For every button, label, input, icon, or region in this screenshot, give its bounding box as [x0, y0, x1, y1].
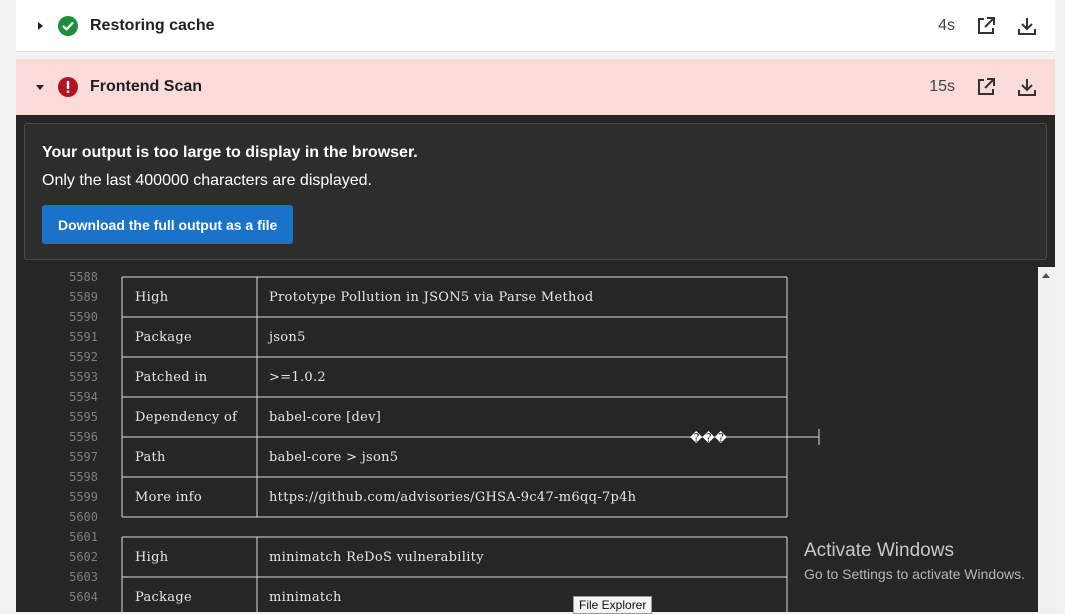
table-value-cell: >=1.0.2	[269, 370, 326, 385]
table-key-cell: Dependency of	[135, 410, 238, 425]
step-frontend-scan[interactable]: Frontend Scan 15s	[16, 59, 1055, 115]
line-number[interactable]: 5604	[16, 590, 98, 604]
taskbar-tooltip: File Explorer	[573, 596, 653, 614]
line-number[interactable]: 5590	[16, 310, 98, 324]
log-line: 5592	[16, 347, 1038, 367]
log-line: 5597 Path babel-core > json5	[16, 447, 1038, 467]
error-circle-icon	[58, 77, 78, 97]
download-icon[interactable]	[1016, 15, 1038, 37]
log-line: 5591 Package json5	[16, 327, 1038, 347]
log-line: 5595 Dependency of babel-core [dev]	[16, 407, 1038, 427]
line-number[interactable]: 5588	[16, 270, 98, 284]
external-link-icon[interactable]	[975, 15, 997, 37]
line-number[interactable]: 5591	[16, 330, 98, 344]
log-line: 5588	[16, 267, 1038, 287]
log-line: 5598	[16, 467, 1038, 487]
notice-detail: Only the last 400000 characters are disp…	[42, 172, 372, 189]
line-number[interactable]: 5589	[16, 290, 98, 304]
table-value-cell: Prototype Pollution in JSON5 via Parse M…	[269, 290, 594, 305]
line-number[interactable]: 5596	[16, 430, 98, 444]
log-line: 5604 Package minimatch	[16, 587, 1038, 607]
line-number[interactable]: 5603	[16, 570, 98, 584]
download-full-output-button[interactable]: Download the full output as a file	[42, 205, 294, 244]
log-line: 5594	[16, 387, 1038, 407]
step-restoring-cache[interactable]: Restoring cache 4s	[16, 0, 1055, 52]
line-number[interactable]: 5593	[16, 370, 98, 384]
line-number[interactable]: 5594	[16, 390, 98, 404]
step-title: Frontend Scan	[90, 78, 203, 95]
step-duration: 4s	[938, 16, 955, 34]
output-too-large-notice: Your output is too large to display in t…	[24, 123, 1047, 260]
table-value-cell: json5	[269, 330, 306, 345]
line-number[interactable]: 5599	[16, 490, 98, 504]
table-key-cell: Package	[135, 330, 192, 345]
caret-down-icon[interactable]	[32, 79, 48, 95]
external-link-icon[interactable]	[975, 76, 997, 98]
scroll-up-arrow-icon[interactable]	[1042, 273, 1050, 278]
line-number[interactable]: 5595	[16, 410, 98, 424]
line-number[interactable]: 5600	[16, 510, 98, 524]
line-number[interactable]: 5601	[16, 530, 98, 544]
log-line: 5593 Patched in >=1.0.2	[16, 367, 1038, 387]
line-number[interactable]: 5602	[16, 550, 98, 564]
step-duration: 15s	[929, 78, 955, 95]
step-title: Restoring cache	[90, 16, 215, 34]
windows-activation-watermark: Activate Windows Go to Settings to activ…	[804, 540, 1025, 582]
notice-title: Your output is too large to display in t…	[42, 144, 418, 161]
activate-title: Activate Windows	[804, 540, 954, 561]
check-circle-icon	[58, 15, 78, 36]
table-key-cell: Patched in	[135, 370, 208, 385]
step-output-console: Your output is too large to display in t…	[16, 115, 1055, 612]
line-number[interactable]: 5598	[16, 470, 98, 484]
log-line: 5589 High Prototype Pollution in JSON5 via…	[16, 287, 1038, 307]
table-key-cell: More info	[135, 490, 203, 505]
table-value-cell: babel-core > json5	[269, 450, 399, 465]
garbled-text: ���	[690, 431, 727, 445]
table-key-cell: Package	[135, 590, 192, 605]
table-key-cell: High	[135, 290, 169, 305]
line-number[interactable]: 5592	[16, 350, 98, 364]
log-line: 5596	[16, 427, 1038, 447]
caret-right-icon[interactable]	[32, 18, 48, 34]
table-key-cell: High	[135, 550, 169, 565]
log-line: 5590	[16, 307, 1038, 327]
log-line: 5599 More info https://github.com/advisori…	[16, 487, 1038, 507]
download-icon[interactable]	[1016, 76, 1038, 98]
log-line: 5605	[16, 607, 1038, 612]
log-line: 5600	[16, 507, 1038, 527]
line-number[interactable]: 5597	[16, 450, 98, 464]
table-value-cell: minimatch ReDoS vulnerability	[269, 550, 484, 565]
table-value-cell: minimatch	[269, 590, 342, 605]
table-value-cell: babel-core [dev]	[269, 410, 382, 425]
activate-detail: Go to Settings to activate Windows.	[804, 566, 1025, 582]
vertical-scrollbar[interactable]	[1038, 267, 1055, 612]
table-key-cell: Path	[135, 450, 166, 465]
table-value-cell: https://github.com/advisories/GHSA-9c47-…	[269, 490, 637, 505]
